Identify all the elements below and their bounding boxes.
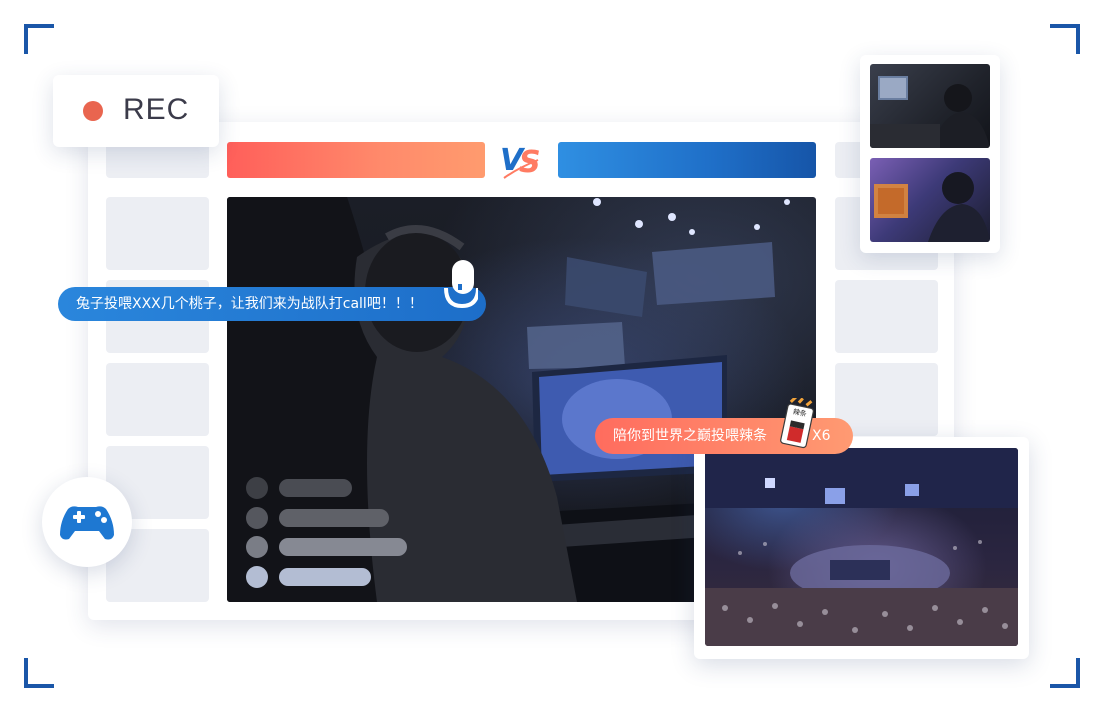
chat-avatar (246, 477, 268, 499)
record-dot-icon (83, 101, 103, 121)
team-blue-bar (558, 142, 816, 178)
camera-thumbnail-1[interactable] (870, 64, 990, 148)
viewfinder-corner-bottom-right (1050, 658, 1080, 688)
chat-avatar (246, 507, 268, 529)
chat-line (279, 568, 371, 586)
placeholder-tile (106, 363, 209, 436)
record-indicator[interactable]: REC (53, 75, 219, 147)
placeholder-tile (835, 363, 938, 436)
gamepad-icon (60, 506, 114, 540)
danmaku-comment-blue: 兔子投喂XXX几个桃子，让我们来为战队打call吧！！！ (58, 287, 486, 321)
camera-thumbnails (860, 55, 1000, 253)
vs-logo-icon: V S (500, 143, 541, 180)
arena-preview[interactable] (694, 437, 1029, 659)
gift-label-mark: 辣条 (792, 407, 808, 419)
camera-thumbnail-2[interactable] (870, 158, 990, 242)
record-label: REC (123, 93, 190, 126)
svg-text:辣条: 辣条 (792, 407, 808, 419)
chat-avatar (246, 536, 268, 558)
viewfinder-corner-bottom-left (24, 658, 54, 688)
team-red-bar (227, 142, 485, 178)
viewfinder-corner-top-right (1050, 24, 1080, 54)
placeholder-tile (106, 197, 209, 270)
chat-line (279, 538, 407, 556)
chat-line (279, 479, 352, 497)
viewfinder-corner-top-left (24, 24, 54, 54)
placeholder-tile (835, 280, 938, 353)
placeholder-tile (106, 142, 209, 178)
microphone-icon (444, 260, 478, 309)
chat-line (279, 509, 389, 527)
arena-photo (705, 448, 1018, 646)
chat-avatar (246, 566, 268, 588)
game-controller-button[interactable] (42, 477, 132, 567)
